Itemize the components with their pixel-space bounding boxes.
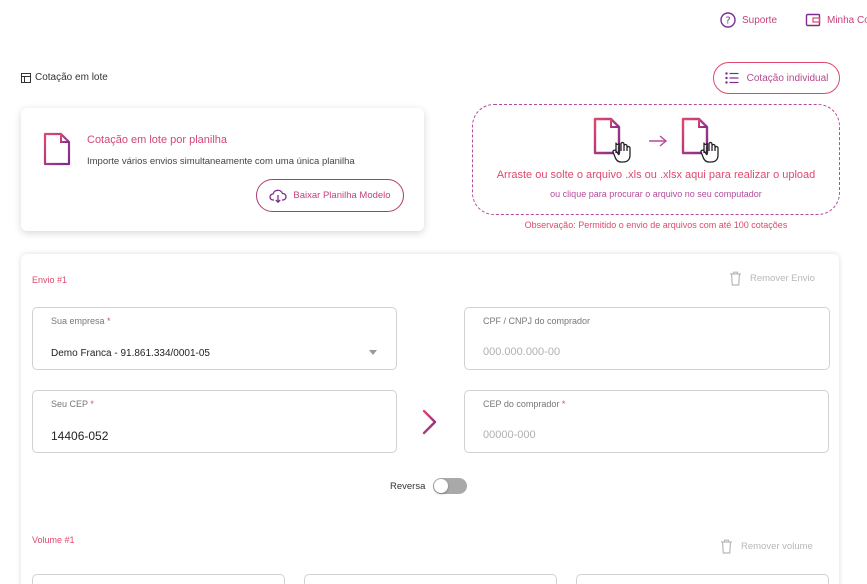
- buyer-document-input[interactable]: CPF / CNPJ do comprador 000.000.000-00: [464, 307, 830, 370]
- page-title: Cotação em lote: [21, 72, 108, 83]
- sender-cep-label: Seu CEP *: [51, 399, 94, 409]
- support-link[interactable]: ? Suporte: [720, 12, 777, 28]
- reverse-toggle-label: Reversa: [390, 480, 426, 492]
- buyer-document-label: CPF / CNPJ do comprador: [483, 316, 591, 326]
- support-label: Suporte: [742, 14, 778, 26]
- company-select[interactable]: Sua empresa * Demo Franca - 91.861.334/0…: [32, 307, 397, 370]
- document-icon: [43, 132, 71, 166]
- toggle-knob: [434, 479, 449, 493]
- remove-volume-label: Remover volume: [741, 541, 813, 552]
- dropzone-illustration: [591, 117, 725, 165]
- download-template-button[interactable]: Baixar Planilha Modelo: [256, 179, 404, 212]
- account-link[interactable]: Minha Conta: [805, 12, 867, 28]
- reverse-toggle-row: Reversa: [390, 478, 468, 494]
- spreadsheet-card: Cotação em lote por planilha Importe vár…: [21, 108, 424, 231]
- trash-icon: [730, 271, 741, 286]
- table-icon: [21, 72, 31, 83]
- document-drag-icon: [593, 117, 631, 163]
- remove-volume-button[interactable]: Remover volume: [720, 539, 813, 554]
- volume-label: Volume #1: [32, 535, 75, 545]
- dropzone-browse-link[interactable]: ou clique para procurar o arquivo no seu…: [473, 189, 839, 199]
- individual-quote-label: Cotação individual: [746, 72, 829, 84]
- volume-field-3[interactable]: [576, 574, 829, 584]
- download-template-label: Baixar Planilha Modelo: [293, 190, 391, 201]
- individual-quote-button[interactable]: Cotação individual: [713, 62, 840, 94]
- chevron-down-icon: [369, 350, 377, 355]
- buyer-cep-input[interactable]: CEP do comprador * 00000-000: [464, 390, 829, 453]
- reverse-toggle[interactable]: [433, 478, 468, 494]
- shipment-label: Envio #1: [32, 275, 68, 285]
- document-drop-icon: [681, 117, 719, 163]
- buyer-cep-label: CEP do comprador *: [483, 399, 566, 409]
- remove-shipment-button[interactable]: Remover Envio: [729, 271, 815, 286]
- spreadsheet-card-description: Importe vários envios simultaneamente co…: [87, 156, 355, 167]
- company-select-value: Demo Franca - 91.861.334/0001-05: [51, 348, 210, 359]
- question-circle-icon: ?: [720, 12, 736, 28]
- sender-cep-value: 14406-052: [51, 429, 109, 443]
- dropzone-main-text: Arraste ou solte o arquivo .xls ou .xlsx…: [496, 169, 816, 181]
- dropzone-note: Observação: Permitido o envio de arquivo…: [524, 220, 788, 230]
- buyer-document-placeholder: 000.000.000-00: [483, 346, 561, 358]
- wallet-icon: [805, 13, 821, 27]
- page-title-text: Cotação em lote: [35, 72, 108, 83]
- volume-field-1[interactable]: [32, 574, 285, 584]
- list-icon: [724, 72, 739, 84]
- file-dropzone[interactable]: Arraste ou solte o arquivo .xls ou .xlsx…: [472, 104, 840, 215]
- spreadsheet-card-title: Cotação em lote por planilha: [87, 134, 228, 146]
- account-label: Minha Conta: [827, 14, 867, 26]
- chevron-right-icon: [422, 409, 437, 435]
- sender-cep-input[interactable]: Seu CEP * 14406-052: [32, 390, 397, 453]
- company-select-label: Sua empresa *: [51, 316, 111, 326]
- trash-icon: [721, 539, 732, 554]
- svg-text:?: ?: [725, 16, 730, 27]
- cloud-download-icon: [269, 189, 288, 203]
- remove-shipment-label: Remover Envio: [750, 273, 815, 284]
- buyer-cep-placeholder: 00000-000: [483, 429, 536, 441]
- arrow-right-icon: [649, 135, 668, 147]
- volume-field-2[interactable]: [304, 574, 557, 584]
